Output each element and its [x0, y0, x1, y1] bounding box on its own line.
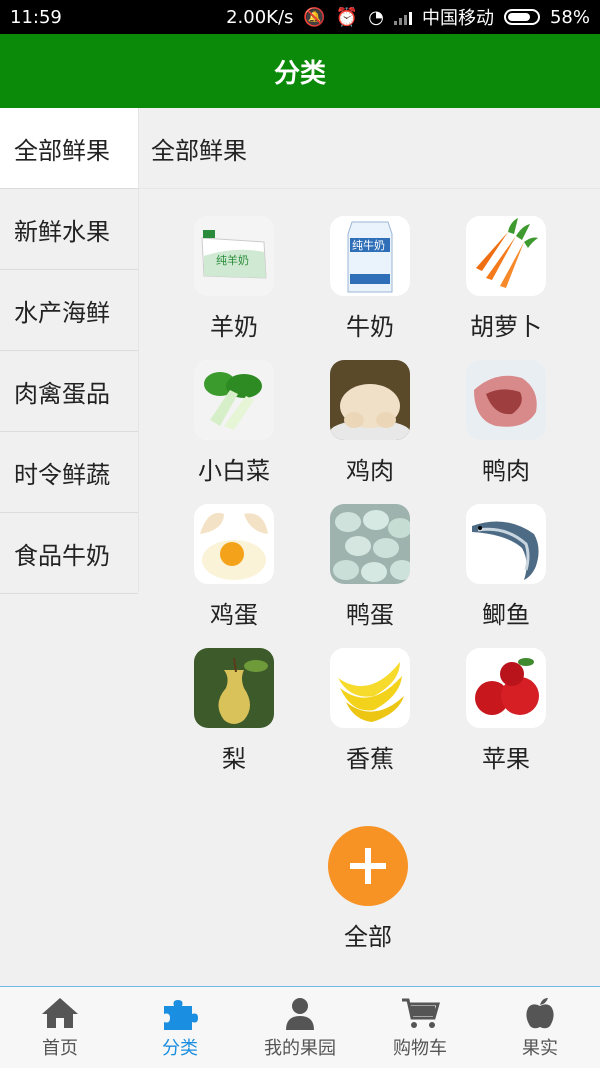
cart-icon — [402, 998, 440, 1028]
product-item[interactable]: 梨 — [194, 648, 274, 776]
category-content: 全部鲜果 纯羊奶 羊奶 纯牛奶 牛奶 胡萝卜 小白菜 鸡肉 鸭肉 鸡蛋 鸭蛋 鲫… — [139, 108, 600, 986]
status-time: 11:59 — [10, 6, 62, 28]
product-item[interactable]: 鸡蛋 — [194, 504, 274, 632]
sidebar-item-seafood[interactable]: 水产海鲜 — [0, 270, 138, 351]
milk-carton-image: 纯牛奶 — [330, 216, 410, 296]
bok-choy-image — [194, 360, 274, 440]
tab-fruits[interactable]: 果实 — [480, 987, 600, 1068]
carrots-image — [466, 216, 546, 296]
sidebar-item-label: 全部鲜果 — [14, 136, 110, 165]
tab-category[interactable]: 分类 — [120, 987, 240, 1068]
chicken-image — [330, 360, 410, 440]
home-icon — [42, 997, 78, 1028]
pear-image — [194, 648, 274, 728]
product-label: 羊奶 — [210, 313, 258, 341]
sidebar-item-food-milk[interactable]: 食品牛奶 — [0, 513, 138, 594]
product-item[interactable]: 苹果 — [466, 648, 546, 776]
goat-milk-pack-text: 纯羊奶 — [216, 253, 249, 267]
product-item[interactable]: 纯牛奶 牛奶 — [330, 216, 410, 344]
product-label: 鸡肉 — [346, 457, 394, 485]
all-label: 全部 — [344, 923, 392, 951]
product-label: 鸭蛋 — [346, 601, 394, 629]
tab-home[interactable]: 首页 — [0, 987, 120, 1068]
product-label: 苹果 — [482, 745, 530, 773]
apple-icon — [526, 997, 554, 1028]
tab-label: 我的果园 — [264, 1037, 336, 1059]
product-item[interactable]: 鲫鱼 — [466, 504, 546, 632]
app-header: 分类 — [0, 34, 600, 108]
sidebar-item-label: 肉禽蛋品 — [14, 379, 110, 408]
product-label: 香蕉 — [346, 745, 394, 773]
network-speed: 2.00K/s — [226, 6, 294, 28]
product-item[interactable]: 纯羊奶 羊奶 — [194, 216, 274, 344]
user-icon — [286, 997, 314, 1030]
tab-cart[interactable]: 购物车 — [360, 987, 480, 1068]
product-item[interactable]: 鸭肉 — [466, 360, 546, 488]
product-label: 鸭肉 — [482, 457, 530, 485]
duck-meat-image — [466, 360, 546, 440]
sidebar-item-meat-eggs[interactable]: 肉禽蛋品 — [0, 351, 138, 432]
product-label: 鸡蛋 — [210, 601, 258, 629]
status-right: 2.00K/s 🔕 ⏰ ◔ 中国移动 58% — [226, 4, 590, 30]
all-categories-button[interactable]: 全部 — [328, 826, 408, 954]
carrier-name: 中国移动 — [421, 8, 494, 29]
signal-icon — [393, 9, 412, 25]
sidebar-item-seasonal-veg[interactable]: 时令鲜蔬 — [0, 432, 138, 513]
plus-icon — [328, 826, 408, 906]
sidebar-item-label: 新鲜水果 — [14, 217, 110, 246]
mute-icon: 🔕 — [303, 6, 326, 28]
sidebar-item-all-fruits[interactable]: 全部鲜果 — [0, 108, 138, 189]
status-bar: 11:59 2.00K/s 🔕 ⏰ ◔ 中国移动 58% — [0, 0, 600, 34]
product-label: 鲫鱼 — [482, 601, 530, 629]
sidebar-item-label: 时令鲜蔬 — [14, 460, 110, 489]
milk-carton-text: 纯牛奶 — [352, 238, 385, 252]
tab-label: 果实 — [522, 1037, 558, 1059]
tab-label: 首页 — [42, 1037, 78, 1059]
fish-image — [466, 504, 546, 584]
sidebar-item-label: 食品牛奶 — [14, 541, 110, 570]
duck-eggs-image — [330, 504, 410, 584]
product-grid: 纯羊奶 羊奶 纯牛奶 牛奶 胡萝卜 小白菜 鸡肉 鸭肉 鸡蛋 鸭蛋 鲫鱼 梨 香… — [194, 216, 546, 776]
bottom-tab-bar: 首页 分类 我的果园 购物车 果实 — [0, 986, 600, 1068]
product-label: 牛奶 — [346, 313, 394, 341]
sidebar-item-label: 水产海鲜 — [14, 298, 110, 327]
apples-image — [466, 648, 546, 728]
battery-level: 58% — [549, 6, 590, 28]
product-item[interactable]: 香蕉 — [330, 648, 410, 776]
content-title: 全部鲜果 — [139, 108, 600, 189]
tab-label: 分类 — [162, 1037, 198, 1059]
puzzle-icon — [164, 999, 198, 1030]
page-title: 分类 — [273, 58, 326, 89]
product-item[interactable]: 小白菜 — [194, 360, 274, 488]
egg-image — [194, 504, 274, 584]
alarm-icon: ⏰ — [335, 6, 359, 28]
bananas-image — [330, 648, 410, 728]
product-label: 胡萝卜 — [470, 313, 542, 341]
product-item[interactable]: 鸡肉 — [330, 360, 410, 488]
tab-label: 购物车 — [393, 1037, 447, 1059]
wifi-icon: ◔ — [368, 6, 384, 28]
battery-icon — [503, 9, 540, 25]
goat-milk-image: 纯羊奶 — [194, 216, 274, 296]
tab-my-orchard[interactable]: 我的果园 — [240, 987, 360, 1068]
product-item[interactable]: 胡萝卜 — [466, 216, 546, 344]
product-label: 小白菜 — [198, 457, 270, 485]
product-item[interactable]: 鸭蛋 — [330, 504, 410, 632]
product-label: 梨 — [222, 745, 246, 773]
category-sidebar: 全部鲜果 新鲜水果 水产海鲜 肉禽蛋品 时令鲜蔬 食品牛奶 — [0, 108, 139, 594]
sidebar-item-fresh-fruits[interactable]: 新鲜水果 — [0, 189, 138, 270]
